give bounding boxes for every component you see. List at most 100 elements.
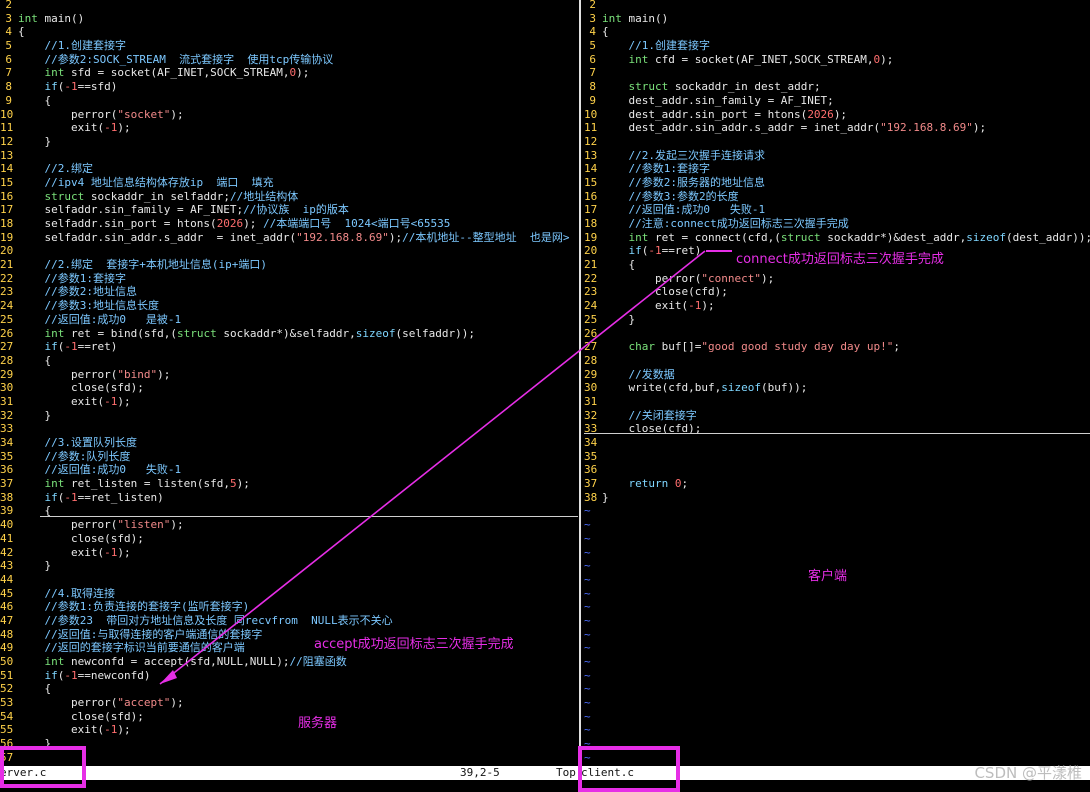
code-line[interactable]: 32 } <box>0 409 578 423</box>
code-line[interactable]: 34 //3.设置队列长度 <box>0 436 578 450</box>
code-line[interactable]: 19 int ret = connect(cfd,(struct sockadd… <box>584 231 1090 245</box>
code-line[interactable]: 16 struct sockaddr_in selfaddr;//地址结构体 <box>0 190 578 204</box>
code-line[interactable]: 14 //参数1:套接字 <box>584 162 1090 176</box>
code-line[interactable]: 43 } <box>0 559 578 573</box>
code-line[interactable]: 25 } <box>584 313 1090 327</box>
code-line[interactable]: 47 //参数23 带回对方地址信息及长度 同recvfrom NULL表示不关… <box>0 614 578 628</box>
line-text: perror("socket"); <box>18 107 184 121</box>
code-line[interactable]: 19 selfaddr.sin_addr.s_addr = inet_addr(… <box>0 231 578 245</box>
code-line[interactable]: 15 //ipv4 地址信息结构体存放ip 端口 填充 <box>0 176 578 190</box>
code-line[interactable]: 17 selfaddr.sin_family = AF_INET;//协议族 i… <box>0 203 578 217</box>
code-line[interactable]: 22 perror("connect"); <box>584 272 1090 286</box>
code-line[interactable]: 8 if(-1==sfd) <box>0 80 578 94</box>
code-line[interactable]: 9 { <box>0 94 578 108</box>
code-line[interactable]: 11 dest_addr.sin_addr.s_addr = inet_addr… <box>584 121 1090 135</box>
code-line[interactable]: 18 //注意:connect成功返回标志三次握手完成 <box>584 217 1090 231</box>
code-line[interactable]: 53 perror("accept"); <box>0 696 578 710</box>
code-line[interactable]: 42 exit(-1); <box>0 546 578 560</box>
code-line[interactable]: 9 dest_addr.sin_family = AF_INET; <box>584 94 1090 108</box>
code-line[interactable]: 6 //参数2:SOCK_STREAM 流式套接字 使用tcp传输协议 <box>0 53 578 67</box>
code-line[interactable]: 24 //参数3:地址信息长度 <box>0 299 578 313</box>
code-line[interactable]: 5 //1.创建套接字 <box>584 39 1090 53</box>
code-line[interactable]: 28 { <box>0 354 578 368</box>
code-line[interactable]: 2 <box>0 0 578 12</box>
code-line[interactable]: 56 } <box>0 737 578 751</box>
code-line[interactable]: 24 exit(-1); <box>584 299 1090 313</box>
code-line[interactable]: 38} <box>584 491 1090 505</box>
code-line[interactable]: 21 //2.绑定 套接字+本机地址信息(ip+端口) <box>0 258 578 272</box>
code-line[interactable]: 29 perror("bind"); <box>0 368 578 382</box>
client-label: 客户端 <box>808 569 848 584</box>
code-line[interactable]: 5 //1.创建套接字 <box>0 39 578 53</box>
code-line[interactable]: 20 <box>0 244 578 258</box>
code-line[interactable]: 7 <box>584 66 1090 80</box>
code-line[interactable]: 17 //返回值:成功0 失败-1 <box>584 203 1090 217</box>
code-line[interactable]: 22 //参数1:套接字 <box>0 272 578 286</box>
code-line[interactable]: 14 //2.绑定 <box>0 162 578 176</box>
code-line[interactable]: 15 //参数2:服务器的地址信息 <box>584 176 1090 190</box>
line-number: 19 <box>584 230 598 244</box>
line-number: 23 <box>0 285 14 299</box>
line-text: { <box>18 93 52 107</box>
code-line[interactable]: 31 exit(-1); <box>0 395 578 409</box>
cursor-separator-line <box>584 433 1090 434</box>
code-line[interactable]: 25 //返回值:成功0 是被-1 <box>0 313 578 327</box>
code-line[interactable]: 40 perror("listen"); <box>0 518 578 532</box>
code-line[interactable]: 52 { <box>0 682 578 696</box>
code-line[interactable]: 57 <box>0 751 578 765</box>
code-line[interactable]: 46 //参数1:负责连接的套接字(监听套接字) <box>0 600 578 614</box>
line-number: 44 <box>0 572 14 586</box>
code-line[interactable]: 54 close(sfd); <box>0 710 578 724</box>
code-line[interactable]: 37 int ret_listen = listen(sfd,5); <box>0 477 578 491</box>
code-line[interactable]: 11 exit(-1); <box>0 121 578 135</box>
code-line[interactable]: 31 <box>584 395 1090 409</box>
code-line[interactable]: 3 int main() <box>584 12 1090 26</box>
code-line[interactable]: 12 } <box>0 135 578 149</box>
code-line[interactable]: 38 if(-1==ret_listen) <box>0 491 578 505</box>
code-line[interactable]: 41 close(sfd); <box>0 532 578 546</box>
code-line[interactable]: 27 if(-1==ret) <box>0 340 578 354</box>
code-line[interactable]: 37 return 0; <box>584 477 1090 491</box>
code-line[interactable]: 13 <box>0 149 578 163</box>
code-line[interactable]: 10 perror("socket"); <box>0 108 578 122</box>
code-line[interactable]: 32 //关闭套接字 <box>584 409 1090 423</box>
code-line[interactable]: 23 close(cfd); <box>584 285 1090 299</box>
code-line[interactable]: 30 close(sfd); <box>0 381 578 395</box>
line-text: { <box>18 682 52 696</box>
code-line[interactable]: 36 <box>584 463 1090 477</box>
code-line[interactable]: 35 <box>584 450 1090 464</box>
code-line[interactable]: 30 write(cfd,buf,sizeof(buf)); <box>584 381 1090 395</box>
code-line[interactable]: 55 exit(-1); <box>0 723 578 737</box>
code-line[interactable]: 23 //参数2:地址信息 <box>0 285 578 299</box>
code-line[interactable]: 13 //2.发起三次握手连接请求 <box>584 149 1090 163</box>
code-line[interactable]: 6 int cfd = socket(AF_INET,SOCK_STREAM,0… <box>584 53 1090 67</box>
code-line[interactable]: 51 if(-1==newconfd) <box>0 669 578 683</box>
code-line[interactable]: 50 int newconfd = accept(sfd,NULL,NULL);… <box>0 655 578 669</box>
code-line[interactable]: 44 <box>0 573 578 587</box>
code-line[interactable]: 2 <box>584 0 1090 12</box>
code-line[interactable]: 28 <box>584 354 1090 368</box>
code-line[interactable]: 26 <box>584 327 1090 341</box>
code-line[interactable]: 18 selfaddr.sin_port = htons(2026); //本端… <box>0 217 578 231</box>
code-line[interactable]: 16 //参数3:参数2的长度 <box>584 190 1090 204</box>
code-line[interactable]: 12 <box>584 135 1090 149</box>
line-number: 54 <box>0 709 14 723</box>
code-line[interactable]: 29 //发数据 <box>584 368 1090 382</box>
line-number: 55 <box>0 723 14 737</box>
client-editor-pane[interactable]: 2 3 int main() 4{5 //1.创建套接字 6 int cfd = soc… <box>584 0 1090 766</box>
code-line[interactable]: 45 //4.取得连接 <box>0 587 578 601</box>
line-text: { <box>602 258 636 272</box>
code-line[interactable]: 27 char buf[]="good good study day day u… <box>584 340 1090 354</box>
code-line[interactable]: 36 //返回值:成功0 失败-1 <box>0 463 578 477</box>
client-code-listing[interactable]: 2 3 int main() 4{5 //1.创建套接字 6 int cfd = soc… <box>584 0 1090 765</box>
code-line[interactable]: 33 <box>0 422 578 436</box>
code-line[interactable]: 35 //参数:队列长度 <box>0 450 578 464</box>
code-line[interactable]: 34 <box>584 436 1090 450</box>
code-line[interactable]: 4{ <box>584 25 1090 39</box>
code-line[interactable]: 26 int ret = bind(sfd,(struct sockaddr*)… <box>0 327 578 341</box>
code-line[interactable]: 7 int sfd = socket(AF_INET,SOCK_STREAM,0… <box>0 66 578 80</box>
code-line[interactable]: 3 int main() <box>0 12 578 26</box>
code-line[interactable]: 10 dest_addr.sin_port = htons(2026); <box>584 108 1090 122</box>
code-line[interactable]: 4{ <box>0 25 578 39</box>
code-line[interactable]: 8 struct sockaddr_in dest_addr; <box>584 80 1090 94</box>
